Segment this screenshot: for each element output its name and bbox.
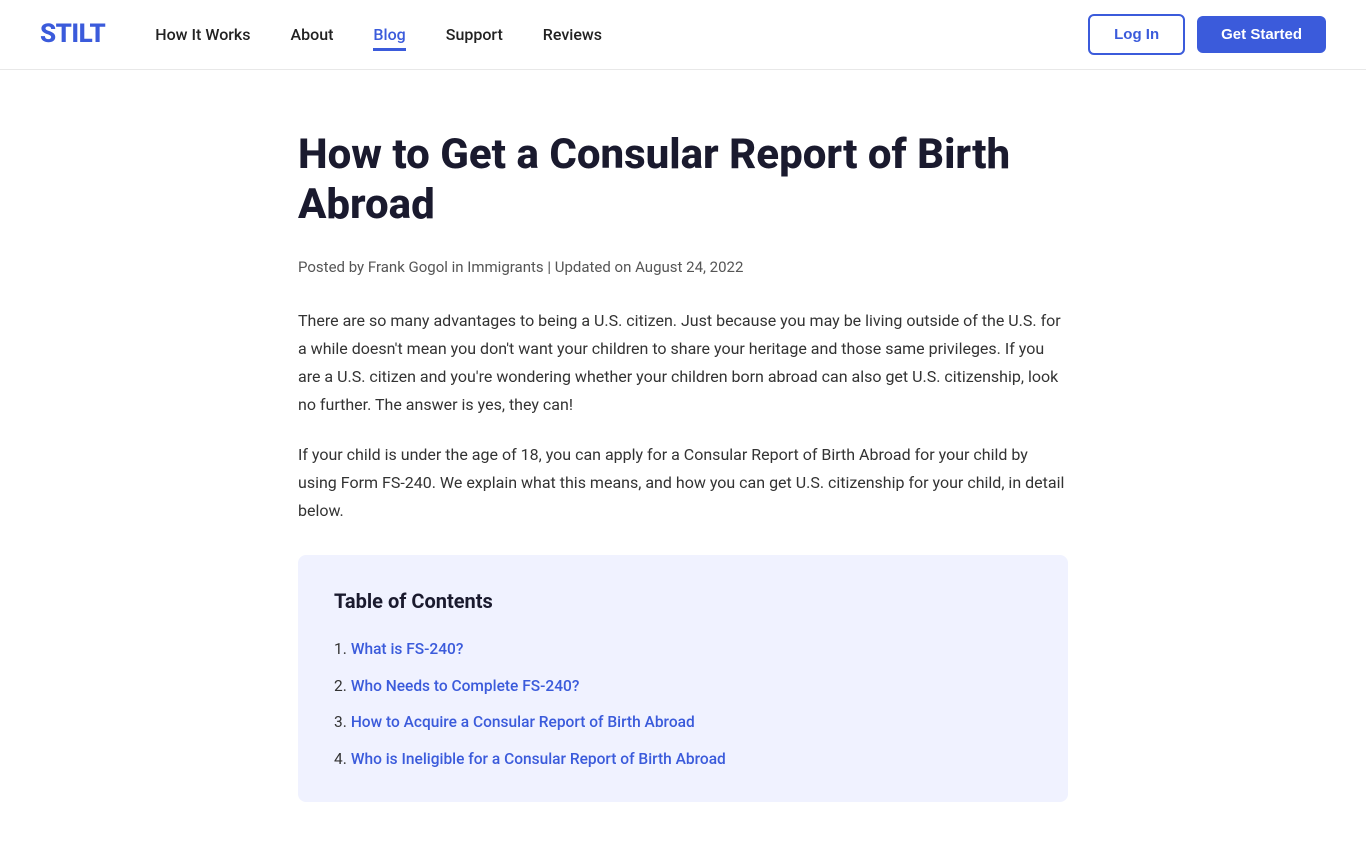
article-paragraph-1: There are so many advantages to being a …: [298, 307, 1068, 419]
toc-title: Table of Contents: [334, 585, 1032, 617]
nav-link-reviews[interactable]: Reviews: [543, 25, 602, 48]
toc-list: 1.What is FS-240? 2.Who Needs to Complet…: [334, 637, 1032, 772]
toc-link-1[interactable]: What is FS-240?: [351, 640, 464, 658]
nav-link-how-it-works[interactable]: How It Works: [155, 25, 250, 48]
article-body: There are so many advantages to being a …: [298, 307, 1068, 525]
toc-item-1: 1.What is FS-240?: [334, 637, 1032, 662]
table-of-contents: Table of Contents 1.What is FS-240? 2.Wh…: [298, 555, 1068, 802]
nav-item-support[interactable]: Support: [446, 22, 503, 48]
nav-links: How It Works About Blog Support Reviews: [155, 22, 1088, 48]
navbar: STILT How It Works About Blog Support Re…: [0, 0, 1366, 70]
toc-item-4: 4.Who is Ineligible for a Consular Repor…: [334, 747, 1032, 772]
nav-item-about[interactable]: About: [291, 22, 334, 48]
toc-link-3[interactable]: How to Acquire a Consular Report of Birt…: [351, 713, 695, 731]
nav-link-blog[interactable]: Blog: [373, 25, 405, 51]
login-button[interactable]: Log In: [1088, 14, 1185, 55]
toc-link-2[interactable]: Who Needs to Complete FS-240?: [351, 677, 580, 695]
get-started-button[interactable]: Get Started: [1197, 16, 1326, 53]
nav-link-support[interactable]: Support: [446, 25, 503, 48]
main-content: How to Get a Consular Report of Birth Ab…: [258, 70, 1108, 862]
nav-item-blog[interactable]: Blog: [373, 22, 405, 48]
toc-num-1: 1.: [334, 640, 347, 658]
nav-item-how-it-works[interactable]: How It Works: [155, 22, 250, 48]
toc-num-4: 4.: [334, 750, 347, 768]
article-title: How to Get a Consular Report of Birth Ab…: [298, 130, 1068, 231]
nav-actions: Log In Get Started: [1088, 14, 1326, 55]
article-meta: Posted by Frank Gogol in Immigrants | Up…: [298, 255, 1068, 279]
toc-num-2: 2.: [334, 677, 347, 695]
toc-num-3: 3.: [334, 713, 347, 731]
nav-link-about[interactable]: About: [291, 25, 334, 48]
toc-link-4[interactable]: Who is Ineligible for a Consular Report …: [351, 750, 726, 768]
toc-item-3: 3.How to Acquire a Consular Report of Bi…: [334, 710, 1032, 735]
article-paragraph-2: If your child is under the age of 18, yo…: [298, 441, 1068, 525]
nav-item-reviews[interactable]: Reviews: [543, 22, 602, 48]
toc-item-2: 2.Who Needs to Complete FS-240?: [334, 674, 1032, 699]
logo[interactable]: STILT: [40, 14, 105, 56]
